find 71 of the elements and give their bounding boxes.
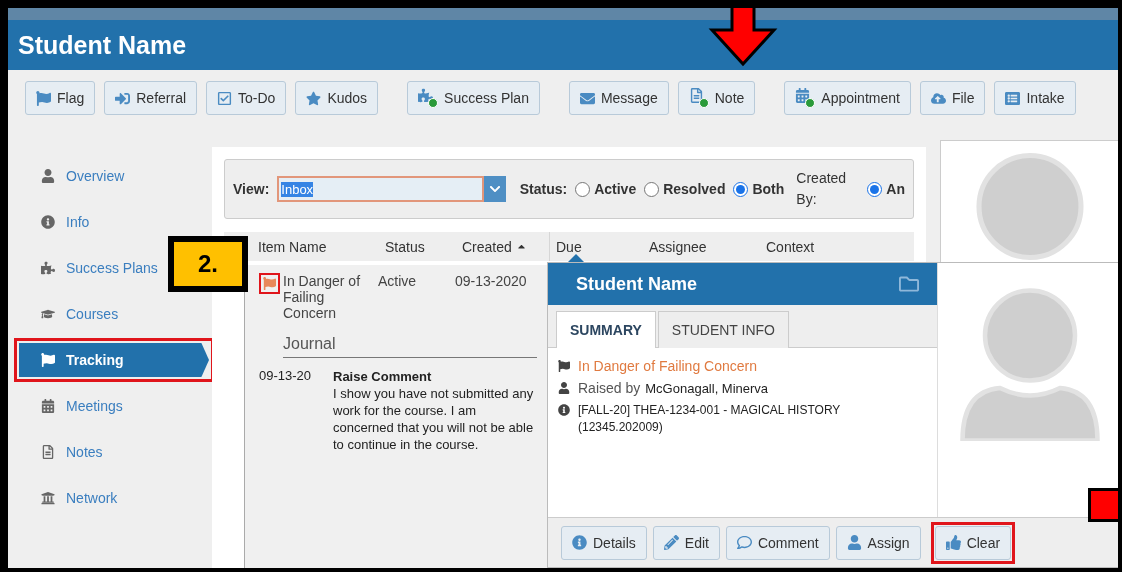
page-title: Student Name: [18, 30, 187, 60]
popup-button[interactable]: Assign: [835, 525, 921, 560]
toolbar-button[interactable]: Success Plan: [407, 81, 540, 115]
status-label: Status:: [519, 181, 568, 197]
sidebar-item[interactable]: Overview: [19, 159, 125, 193]
sidebar-item[interactable]: Network: [19, 481, 118, 515]
raised-by-name: McGonagall, Minerva: [645, 380, 769, 396]
popup-button[interactable]: Clear: [934, 525, 1012, 560]
column-header[interactable]: Context: [760, 232, 914, 261]
calendar-icon: [41, 399, 57, 413]
column-header[interactable]: Assignee: [643, 232, 760, 261]
info-icon: [41, 215, 57, 229]
chevron-down-icon: [488, 183, 501, 195]
column-header[interactable]: Item Name: [252, 232, 379, 261]
comment-icon: [736, 535, 752, 550]
journal-heading: Journal: [283, 335, 537, 358]
thumbs-up-icon: [945, 535, 961, 550]
popup-title: Student Name: [576, 273, 698, 295]
status-radio[interactable]: Both: [733, 181, 785, 197]
status-radio[interactable]: Active: [575, 181, 637, 197]
toolbar-button[interactable]: To-Do: [206, 81, 287, 115]
popup-button[interactable]: Details: [561, 525, 647, 560]
popup-tab[interactable]: STUDENT INFO: [657, 311, 789, 348]
table-cell-text: Active: [378, 273, 418, 291]
course-text: [FALL-20] THEA-1234-001 - MAGICAL HISTORY (12345.202009): [578, 402, 842, 436]
sidebar-item[interactable]: Meetings: [19, 389, 123, 423]
puzzle-icon: [41, 261, 57, 275]
toolbar-button[interactable]: File: [919, 81, 986, 115]
flag-icon: [558, 358, 570, 372]
status-radio[interactable]: Resolved: [644, 181, 726, 197]
sidebar-item[interactable]: Courses: [19, 297, 119, 331]
info-icon: [558, 402, 570, 416]
table-cell-text: In Danger of Failing Concern: [283, 273, 362, 321]
info-icon: [572, 535, 587, 550]
journal-text: I show you have not submitted any work for the course. I am concerned that you will not be able to continue in the course.: [333, 385, 535, 453]
marker-block: [1088, 488, 1118, 522]
popup-button[interactable]: Edit: [652, 525, 720, 560]
concern-title: In Danger of Failing Concern: [578, 358, 757, 374]
graduation-cap-icon: [41, 307, 57, 321]
folder-icon[interactable]: [899, 274, 919, 294]
toolbar-button[interactable]: Message: [568, 81, 669, 115]
journal-date: 09-13-20: [259, 368, 313, 385]
person-icon: [846, 535, 862, 550]
toolbar-button[interactable]: Appointment: [784, 81, 911, 115]
toolbar-button[interactable]: Note: [677, 81, 756, 115]
created-by-radio[interactable]: An: [867, 181, 905, 197]
flag-icon: [41, 353, 57, 367]
sidebar-item[interactable]: Info: [19, 205, 90, 239]
table-cell-text: 09-13-2020: [455, 273, 528, 291]
person-icon: [41, 169, 57, 183]
popup-button[interactable]: Comment: [725, 525, 830, 560]
step-badge: 2.: [168, 236, 248, 292]
sidebar-item[interactable]: Tracking: [19, 343, 209, 377]
sidebar-item[interactable]: Notes: [19, 435, 103, 469]
created-by-label: Created By:: [796, 169, 848, 209]
raised-by-label: Raised by: [578, 380, 641, 396]
popup-tab[interactable]: SUMMARY: [556, 311, 656, 348]
journal-title: Raise Comment: [333, 368, 433, 385]
bank-icon: [41, 491, 57, 505]
sidebar-item[interactable]: Success Plans: [19, 251, 158, 285]
column-header[interactable]: Due: [549, 232, 643, 261]
toolbar-button[interactable]: Referral: [104, 81, 198, 115]
down-arrow-icon: [708, 8, 778, 68]
person-icon: [558, 380, 570, 394]
view-label: View:: [233, 181, 270, 197]
column-header[interactable]: Created: [456, 232, 549, 261]
pencil-icon: [663, 535, 679, 550]
toolbar-button[interactable]: Intake: [994, 81, 1076, 115]
toolbar-button[interactable]: Flag: [25, 81, 96, 115]
toolbar-button[interactable]: Kudos: [295, 81, 379, 115]
column-header[interactable]: Status: [379, 232, 456, 261]
